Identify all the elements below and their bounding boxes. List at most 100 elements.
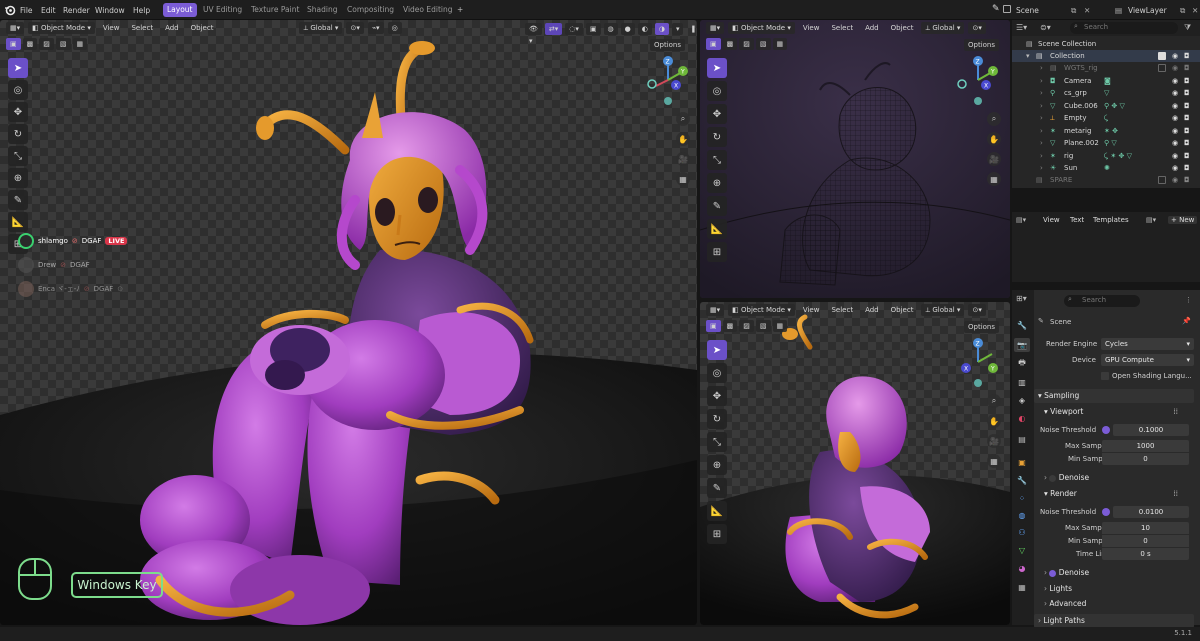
menu-add[interactable]: Add — [861, 304, 883, 316]
outliner-scene-collection[interactable]: ▤ Scene Collection — [1012, 38, 1200, 50]
drag-handle-icon[interactable]: ⁞⁞ — [1173, 487, 1178, 501]
zoom-icon[interactable]: ⌕ — [676, 112, 690, 126]
view-layer-tab-icon[interactable]: ▥ — [1014, 375, 1030, 389]
select-intersect-icon[interactable]: ▦ — [772, 320, 788, 332]
outliner-collection[interactable]: ▾ ▤ Collection ◉ ◘ — [1012, 50, 1200, 62]
scale-tool-icon[interactable]: ⤡ — [707, 432, 727, 452]
denoise-checkbox[interactable] — [1049, 474, 1057, 482]
blender-logo-icon[interactable] — [4, 4, 16, 16]
menu-templates[interactable]: Templates — [1093, 216, 1129, 224]
outliner-item[interactable]: › ◘ Camera ◙ ◉ ◘ — [1012, 75, 1200, 87]
pivot-icon[interactable]: ⊙▾ — [968, 304, 986, 316]
select-tool-icon[interactable]: ➤ — [707, 340, 727, 360]
data-tab-icon[interactable]: ▽ — [1014, 543, 1030, 557]
menu-view[interactable]: View — [99, 22, 124, 34]
measure-tool-icon[interactable]: 📐 — [707, 501, 727, 521]
expand-icon[interactable]: › — [1040, 62, 1043, 74]
camera-render-icon[interactable]: ◘ — [1184, 75, 1190, 87]
view-layer-name[interactable]: ViewLayer — [1126, 4, 1169, 17]
tab-texture-paint[interactable]: Texture Paint — [247, 3, 303, 17]
add-workspace-button[interactable]: + — [453, 3, 467, 17]
cursor-tool-icon[interactable]: ◎ — [707, 363, 727, 383]
eye-icon[interactable]: ◉ — [1172, 112, 1178, 124]
expand-icon[interactable]: › — [1040, 125, 1043, 137]
expand-icon[interactable]: › — [1040, 162, 1043, 174]
editor-type-icon[interactable]: ⊞▾ — [1016, 294, 1027, 303]
select-invert-icon[interactable]: ▧ — [755, 320, 771, 332]
sampling-panel-header[interactable]: ▾ Sampling — [1034, 389, 1194, 403]
camera-render-icon[interactable]: ◘ — [1184, 100, 1190, 112]
menu-window[interactable]: Window — [93, 4, 127, 17]
camera-render-icon[interactable]: ◘ — [1184, 137, 1190, 149]
navigation-gizmo[interactable]: Z Y X — [646, 56, 692, 106]
select-invert-icon[interactable]: ▧ — [755, 38, 771, 50]
outliner-item[interactable]: › ⟂ Empty ⤹ ◉ ◘ — [1012, 112, 1200, 124]
vp-max-field[interactable]: 1000 — [1102, 440, 1189, 452]
outliner-item[interactable]: › ▽ Plane.002 ⚲ ▽ ◉ ◘ — [1012, 137, 1200, 149]
outliner-item[interactable]: › ✶ metarig ✶ ✥ ◉ ◘ — [1012, 125, 1200, 137]
vp-noise-field[interactable]: 0.1000 — [1113, 424, 1189, 436]
options-dropdown[interactable]: Options — [650, 39, 686, 51]
menu-edit[interactable]: Edit — [39, 4, 58, 17]
r-max-field[interactable]: 10 — [1102, 522, 1189, 534]
scene-selector-icon[interactable]: ✎ — [992, 4, 1000, 14]
pivot-icon[interactable]: ⊙▾ — [346, 22, 364, 34]
transform-tool-icon[interactable]: ⊕ — [707, 173, 727, 193]
pause-render-icon[interactable]: ❚❚ — [686, 23, 697, 35]
render-subpanel-header[interactable]: ▾ Render ⁞⁞ — [1034, 487, 1194, 501]
include-checkbox[interactable] — [1158, 64, 1166, 72]
menu-add[interactable]: Add — [861, 22, 883, 34]
camera-render-icon[interactable]: ◘ — [1184, 50, 1190, 62]
shading-material-icon[interactable]: ◐ — [637, 23, 652, 35]
constraints-tab-icon[interactable]: ⚇ — [1014, 525, 1030, 539]
denoise-checkbox[interactable] — [1049, 569, 1057, 577]
eye-icon[interactable]: ◉ — [1172, 100, 1178, 112]
particles-tab-icon[interactable]: ⁘ — [1014, 491, 1030, 505]
denoise-subpanel-header[interactable]: › Denoise — [1034, 471, 1194, 485]
proportional-edit-icon[interactable]: ◎ — [387, 22, 402, 34]
annotate-tool-icon[interactable]: ✎ — [707, 478, 727, 498]
denoise-render-subpanel-header[interactable]: › Denoise — [1034, 566, 1194, 580]
vp-min-field[interactable]: 0 — [1102, 453, 1189, 465]
outliner-item[interactable]: › ☀ Sun ✺ ◉ ◘ — [1012, 162, 1200, 174]
menu-select[interactable]: Select — [827, 22, 857, 34]
measure-tool-icon[interactable]: 📐 — [8, 212, 28, 232]
outliner-search[interactable]: ⌕ Search — [1070, 22, 1178, 34]
menu-view[interactable]: View — [1043, 216, 1060, 224]
main-3d-viewport[interactable]: ▦▾ ◧ Object Mode ▾ View Select Add Objec… — [0, 20, 697, 625]
perspective-grid-icon[interactable]: ▦ — [676, 172, 690, 186]
display-mode-icon[interactable]: ⊜▾ — [1040, 23, 1051, 32]
tab-compositing[interactable]: Compositing — [343, 3, 398, 17]
select-box-icon[interactable]: ▣ — [6, 38, 21, 50]
select-box-icon[interactable]: ▣ — [706, 320, 721, 332]
camera-render-icon[interactable]: ◘ — [1184, 62, 1190, 74]
view-layer-delete-icon[interactable]: ✕ — [1190, 4, 1200, 17]
outliner-item[interactable]: › ▤ WGTS_rig ◉ ◘ — [1012, 62, 1200, 74]
outliner-item[interactable]: › ⚲ cs_grp ▽ ◉ ◘ — [1012, 87, 1200, 99]
eye-icon[interactable]: ◉ — [1172, 137, 1178, 149]
select-subtract-icon[interactable]: ▨ — [739, 320, 754, 332]
shading-rendered-icon[interactable]: ◑ — [654, 23, 669, 35]
outliner-item[interactable]: › ▽ Cube.006 ⚲ ✥ ▽ ◉ ◘ — [1012, 100, 1200, 112]
output-tab-icon[interactable]: 🖶 — [1014, 357, 1030, 371]
camera-render-icon[interactable]: ◘ — [1184, 150, 1190, 162]
eye-icon[interactable]: ◉ — [1172, 162, 1178, 174]
pan-hand-icon[interactable]: ✋ — [987, 132, 1001, 146]
tab-video-editing[interactable]: Video Editing — [399, 3, 457, 17]
object-tab-icon[interactable]: ▣ — [1014, 455, 1030, 469]
light-paths-panel-header[interactable]: › Light Paths — [1034, 614, 1194, 628]
device-dropdown[interactable]: GPU Compute ▾ — [1101, 354, 1194, 366]
camera-render-icon[interactable]: ◘ — [1184, 125, 1190, 137]
scene-name[interactable]: Scene — [1014, 4, 1041, 17]
camera-view-icon[interactable]: 🎥 — [987, 152, 1001, 166]
camera-render-icon[interactable]: ◘ — [1184, 162, 1190, 174]
snap-icon[interactable]: ⌁▾ — [367, 22, 384, 34]
tab-uv-editing[interactable]: UV Editing — [199, 3, 246, 17]
view-layer-icon[interactable]: ▤ — [1113, 4, 1124, 17]
properties-search[interactable]: ⌕ Search — [1064, 295, 1140, 307]
view-layer-new-icon[interactable]: ⧉ — [1178, 4, 1187, 17]
menu-view[interactable]: View — [799, 22, 824, 34]
camera-view-icon[interactable]: 🎥 — [676, 152, 690, 166]
editor-type-icon[interactable]: ▦▾ — [706, 304, 725, 316]
xray-icon[interactable]: ▣ — [585, 23, 601, 35]
